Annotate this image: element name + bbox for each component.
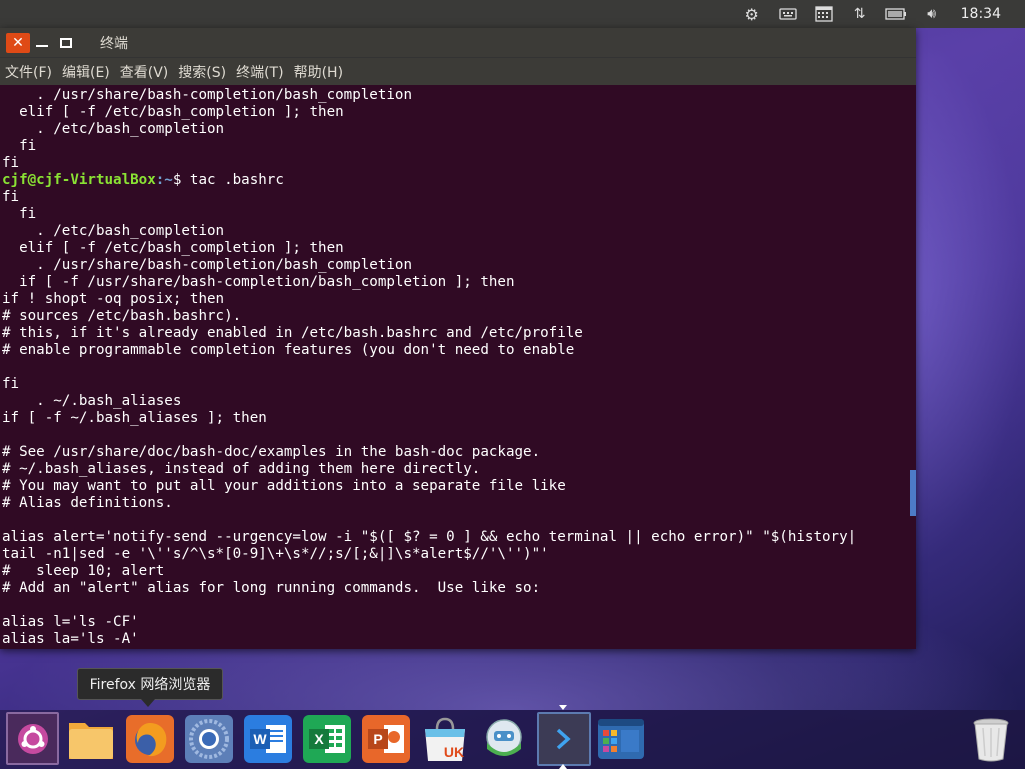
launcher-tooltip: Firefox 网络浏览器 <box>77 668 223 700</box>
terminal-line: # sources /etc/bash.bashrc). <box>2 308 242 324</box>
terminal-line: elif [ -f /etc/bash_completion ]; then <box>2 104 344 120</box>
trash-icon[interactable] <box>966 714 1016 764</box>
menu-terminal[interactable]: 终端(T) <box>236 62 283 82</box>
terminal-window: ✕ 终端 文件(F) 编辑(E) 查看(V) 搜索(S) 终端(T) 帮助(H)… <box>0 28 916 649</box>
keyboard-icon[interactable] <box>777 4 799 24</box>
terminal-line: fi <box>2 189 20 205</box>
window-title: 终端 <box>100 35 128 52</box>
terminal-line: # Alias definitions. <box>2 495 173 511</box>
terminal-line: fi <box>2 155 20 171</box>
files-icon[interactable] <box>66 714 116 764</box>
terminal-line: if [ -f ~/.bash_aliases ]; then <box>2 410 267 426</box>
terminal-line: # See /usr/share/doc/bash-doc/examples i… <box>2 444 541 460</box>
maximize-button[interactable] <box>54 33 78 53</box>
terminal-line: # enable programmable completion feature… <box>2 342 575 358</box>
svg-text:W: W <box>253 731 267 747</box>
terminal-line: . ~/.bash_aliases <box>2 393 182 409</box>
prompt-path: :~ <box>155 172 173 188</box>
close-button[interactable]: ✕ <box>6 32 30 53</box>
gear-weather-icon[interactable]: ⚙ <box>741 4 763 24</box>
workspace-switcher-icon[interactable] <box>596 714 646 764</box>
wps-spreadsheets-icon[interactable]: X <box>302 714 352 764</box>
terminal-line: # You may want to put all your additions… <box>2 478 566 494</box>
scrollbar-thumb[interactable] <box>910 470 916 516</box>
terminal-line: fi <box>2 376 20 392</box>
terminal-active-indicator-top <box>559 705 567 710</box>
menu-help[interactable]: 帮助(H) <box>294 62 343 82</box>
terminal-line: # sleep 10; alert <box>2 563 165 579</box>
terminal-line: . /usr/share/bash-completion/bash_comple… <box>2 257 412 273</box>
menu-file[interactable]: 文件(F) <box>5 62 52 82</box>
firefox-icon[interactable] <box>125 714 175 764</box>
terminal-line: . /usr/share/bash-completion/bash_comple… <box>2 87 412 103</box>
prompt-user: cjf@cjf-VirtualBox <box>2 172 156 188</box>
volume-icon[interactable]: 🔊︎ <box>921 4 943 24</box>
menu-search[interactable]: 搜索(S) <box>178 62 226 82</box>
terminal-icon[interactable] <box>537 712 591 766</box>
terminal-line: # Add an "alert" alias for long running … <box>2 580 541 596</box>
top-panel: ⚙ ⇅ 🔊︎ 18:34 <box>0 0 1025 28</box>
terminal-line: # ~/.bash_aliases, instead of adding the… <box>2 461 481 477</box>
clock[interactable]: 18:34 <box>961 6 1001 22</box>
wps-writer-icon[interactable]: W <box>243 714 293 764</box>
ubuntu-dash-icon[interactable] <box>6 712 59 765</box>
terminal-line: . /etc/bash_completion <box>2 121 225 137</box>
menu-bar: 文件(F) 编辑(E) 查看(V) 搜索(S) 终端(T) 帮助(H) <box>0 57 916 85</box>
wps-presentation-icon[interactable]: P <box>361 714 411 764</box>
terminal-line: if [ -f /usr/share/bash-completion/bash_… <box>2 274 515 290</box>
terminal-line: elif [ -f /etc/bash_completion ]; then <box>2 240 344 256</box>
system-settings-icon[interactable] <box>479 714 529 764</box>
terminal-line: tail -n1|sed -e '\''s/^\s*[0-9]\+\s*//;s… <box>2 546 549 562</box>
network-arrows-icon[interactable]: ⇅ <box>849 4 871 24</box>
menu-edit[interactable]: 编辑(E) <box>62 62 110 82</box>
terminal-prompt-line: cjf@cjf-VirtualBox:~$ tac .bashrc <box>2 172 916 189</box>
svg-text:X: X <box>314 731 324 747</box>
terminal-line: if ! shopt -oq posix; then <box>2 291 225 307</box>
terminal-active-indicator-bottom <box>559 764 567 769</box>
terminal-line: # this, if it's already enabled in /etc/… <box>2 325 583 341</box>
tooltip-arrow <box>141 699 155 707</box>
ubuntu-software-icon[interactable]: UK <box>420 714 470 764</box>
svg-text:P: P <box>373 731 382 747</box>
terminal-line: fi <box>2 206 37 222</box>
calendar-icon[interactable] <box>813 4 835 24</box>
chromium-icon[interactable] <box>184 714 234 764</box>
terminal-line: fi <box>2 138 37 154</box>
battery-icon[interactable] <box>884 4 907 24</box>
uk-label: UK <box>444 744 464 760</box>
terminal-line: alias l='ls -CF' <box>2 614 139 630</box>
terminal-line: alias alert='notify-send --urgency=low -… <box>2 529 857 545</box>
minimize-button[interactable] <box>30 33 54 53</box>
menu-view[interactable]: 查看(V) <box>120 62 169 82</box>
title-bar[interactable]: ✕ 终端 <box>0 28 916 57</box>
terminal-line: alias la='ls -A' <box>2 631 139 647</box>
terminal-line: . /etc/bash_completion <box>2 223 225 239</box>
prompt-command: $ tac .bashrc <box>172 172 284 188</box>
terminal-output[interactable]: . /usr/share/bash-completion/bash_comple… <box>0 86 916 649</box>
